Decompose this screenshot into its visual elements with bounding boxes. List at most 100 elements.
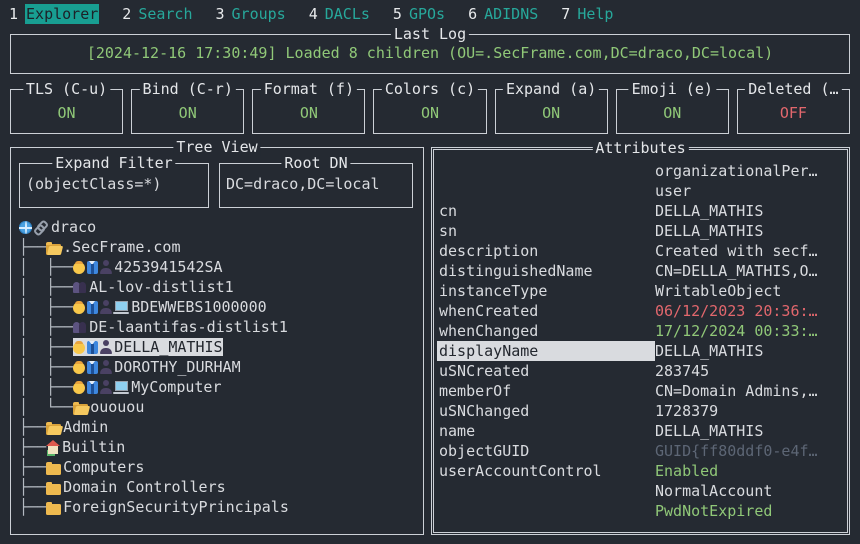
tab-search[interactable]: 2Search bbox=[122, 5, 192, 23]
tree-item-mycomputer[interactable]: │ ├──MyComputer bbox=[19, 377, 419, 397]
attribute-row[interactable]: objectGUIDGUID{ff80ddf0-e4f… bbox=[437, 441, 844, 461]
tab-adidns[interactable]: 6ADIDNS bbox=[468, 5, 538, 23]
tree-item-label: DOROTHY_DURHAM bbox=[114, 358, 240, 376]
tree-item-de-laantifas-distlist1[interactable]: │ ├──DE-laantifas-distlist1 bbox=[19, 317, 419, 337]
tab-explorer[interactable]: 1Explorer bbox=[9, 5, 99, 23]
attribute-row[interactable]: NormalAccount bbox=[437, 481, 844, 501]
tab-number: 6 bbox=[468, 5, 477, 23]
necktie-icon bbox=[87, 361, 98, 374]
tab-number: 7 bbox=[561, 5, 570, 23]
toggle-emoji[interactable]: Emoji (e)ON bbox=[616, 89, 729, 134]
expand-filter-value: (objectClass=*) bbox=[26, 175, 161, 193]
tree-item-admin[interactable]: ├──Admin bbox=[19, 417, 419, 437]
person-icon bbox=[73, 382, 85, 394]
toggle-colors[interactable]: Colors (c)ON bbox=[373, 89, 486, 134]
last-log-title: Last Log bbox=[391, 25, 469, 43]
toggle-format[interactable]: Format (f)ON bbox=[252, 89, 365, 134]
toggle-bind[interactable]: Bind (C-r)ON bbox=[131, 89, 244, 134]
attribute-row[interactable]: distinguishedNameCN=DELLA_MATHIS,O… bbox=[437, 261, 844, 281]
tree-item-bdewwebs1000000[interactable]: │ ├── BDEWWEBS1000000 bbox=[19, 297, 419, 317]
link-icon bbox=[34, 221, 49, 234]
tab-label: GPOs bbox=[409, 5, 445, 23]
expand-filter-input[interactable]: Expand Filter (objectClass=*) bbox=[19, 163, 209, 208]
tree-item-content: DOROTHY_DURHAM bbox=[73, 358, 240, 376]
attribute-row[interactable]: user bbox=[437, 181, 844, 201]
tab-label: Groups bbox=[232, 5, 286, 23]
tab-label: DACLs bbox=[325, 5, 370, 23]
attribute-row[interactable]: userAccountControlEnabled bbox=[437, 461, 844, 481]
tree-guide: │ ├── bbox=[19, 298, 73, 316]
attributes-table: organizationalPer…usercnDELLA_MATHISsnDE… bbox=[437, 161, 844, 521]
tree-item-foreignsecurityprincipals[interactable]: ├──ForeignSecurityPrincipals bbox=[19, 497, 419, 517]
tab-gpos[interactable]: 5GPOs bbox=[393, 5, 445, 23]
toggle-label: Colors (c) bbox=[382, 80, 478, 98]
attribute-name: uSNChanged bbox=[437, 401, 655, 421]
tree-item-della-mathis[interactable]: │ ├──DELLA_MATHIS bbox=[19, 337, 419, 357]
tab-dacls[interactable]: 4 DACLs bbox=[309, 5, 370, 23]
tab-help[interactable]: 7Help bbox=[561, 5, 613, 23]
tree-guide: │ └── bbox=[19, 398, 73, 416]
attribute-row[interactable]: whenCreated06/12/2023 20:36:… bbox=[437, 301, 844, 321]
attribute-row[interactable]: displayNameDELLA_MATHIS bbox=[437, 341, 844, 361]
attribute-value: CN=Domain Admins,… bbox=[655, 381, 844, 401]
tree-item-label: Computers bbox=[63, 458, 144, 476]
tree-item-computers[interactable]: ├──Computers bbox=[19, 457, 419, 477]
tree-item-content: ououou bbox=[73, 398, 144, 416]
folder-open-icon bbox=[73, 404, 88, 415]
group-icon bbox=[73, 321, 87, 334]
necktie-icon bbox=[87, 381, 98, 394]
attribute-name bbox=[437, 161, 655, 181]
tab-bar: 1Explorer 2Search 3Groups 4 DACLs 5GPOs 6ADIDN… bbox=[0, 0, 860, 27]
tree-item-4253941542sa[interactable]: │ ├──4253941542SA bbox=[19, 257, 419, 277]
tab-groups[interactable]: 3Groups bbox=[216, 5, 286, 23]
tree-item-label: Builtin bbox=[62, 438, 125, 456]
attribute-row[interactable]: whenChanged17/12/2024 00:33:… bbox=[437, 321, 844, 341]
tree-item-draco[interactable]: draco bbox=[19, 217, 419, 237]
tree-item-dorothy-durham[interactable]: │ ├──DOROTHY_DURHAM bbox=[19, 357, 419, 377]
tree-item-ououou[interactable]: │ └──ououou bbox=[19, 397, 419, 417]
attribute-name bbox=[437, 181, 655, 201]
tree-guide: ├── bbox=[19, 438, 46, 456]
attribute-row[interactable]: uSNCreated283745 bbox=[437, 361, 844, 381]
attribute-row[interactable]: PwdNotExpired bbox=[437, 501, 844, 521]
attribute-row[interactable]: nameDELLA_MATHIS bbox=[437, 421, 844, 441]
attribute-row[interactable]: descriptionCreated with secf… bbox=[437, 241, 844, 261]
house-icon bbox=[46, 441, 60, 454]
necktie-icon bbox=[87, 341, 98, 354]
toggle-label: Expand (a) bbox=[503, 80, 599, 98]
tree-item-label: Admin bbox=[63, 418, 108, 436]
tree-item--secframe-com[interactable]: ├──.SecFrame.com bbox=[19, 237, 419, 257]
tab-label: Explorer bbox=[25, 4, 99, 24]
attribute-row[interactable]: uSNChanged1728379 bbox=[437, 401, 844, 421]
root-dn-value: DC=draco,DC=local bbox=[226, 175, 380, 193]
tree-item-content: draco bbox=[19, 218, 96, 236]
root-dn-input[interactable]: Root DN DC=draco,DC=local bbox=[219, 163, 413, 208]
attribute-row[interactable]: memberOfCN=Domain Admins,… bbox=[437, 381, 844, 401]
attribute-row[interactable]: instanceTypeWritableObject bbox=[437, 281, 844, 301]
toggle-label: Deleted (… bbox=[745, 80, 841, 98]
bust-icon bbox=[100, 341, 112, 354]
tree-item-al-lov-distlist1[interactable]: │ ├── AL-lov-distlist1 bbox=[19, 277, 419, 297]
attribute-name: memberOf bbox=[437, 381, 655, 401]
tree-item-label: BDEWWEBS1000000 bbox=[131, 298, 266, 316]
toggle-deleted[interactable]: Deleted (…OFF bbox=[737, 89, 850, 134]
attribute-row[interactable]: cnDELLA_MATHIS bbox=[437, 201, 844, 221]
tree-item-builtin[interactable]: ├── Builtin bbox=[19, 437, 419, 457]
attribute-value: 17/12/2024 00:33:… bbox=[655, 321, 844, 341]
tree-item-content: AL-lov-distlist1 bbox=[73, 278, 234, 296]
attribute-row[interactable]: organizationalPer… bbox=[437, 161, 844, 181]
toggle-expand[interactable]: Expand (a)ON bbox=[495, 89, 608, 134]
tree-item-domain-controllers[interactable]: ├──Domain Controllers bbox=[19, 477, 419, 497]
tree-guide: ├── bbox=[19, 498, 46, 516]
tree-item-label: AL-lov-distlist1 bbox=[89, 278, 234, 296]
tree-guide: │ ├── bbox=[19, 278, 73, 296]
attribute-value: 283745 bbox=[655, 361, 844, 381]
attribute-value: WritableObject bbox=[655, 281, 844, 301]
attribute-value: NormalAccount bbox=[655, 481, 844, 501]
attribute-row[interactable]: snDELLA_MATHIS bbox=[437, 221, 844, 241]
tree-view-panel: Tree View Expand Filter (objectClass=*) … bbox=[10, 147, 424, 535]
toggle-tls[interactable]: TLS (C-u)ON bbox=[10, 89, 123, 134]
toggle-label: Emoji (e) bbox=[629, 80, 716, 98]
tab-number: 4 bbox=[309, 5, 318, 23]
tree-item-content: Domain Controllers bbox=[46, 478, 226, 496]
